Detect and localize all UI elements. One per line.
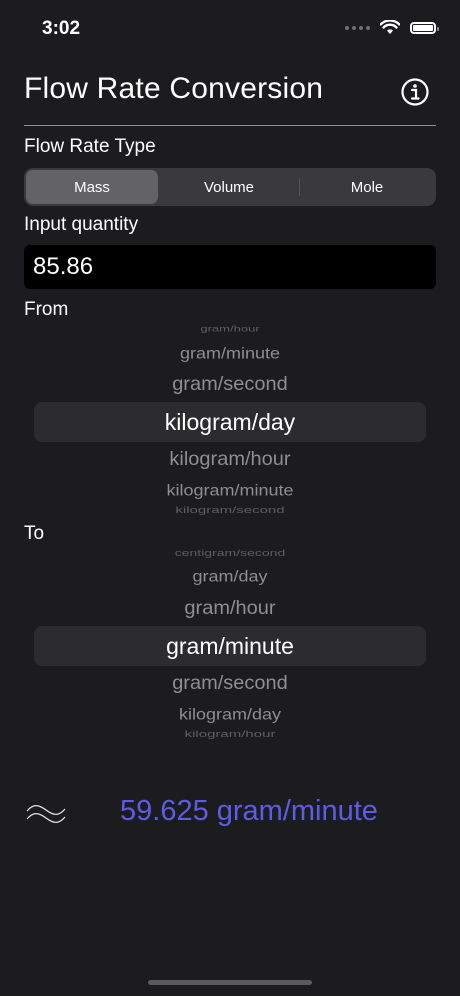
segment-mole[interactable]: Mole xyxy=(300,170,434,204)
flow-rate-type-label: Flow Rate Type xyxy=(24,136,156,157)
to-picker-item[interactable]: gram/second xyxy=(24,672,436,694)
from-picker-item[interactable]: gram/second xyxy=(24,373,436,395)
to-picker-item[interactable]: kilogram/hour xyxy=(24,729,436,739)
battery-icon xyxy=(410,21,439,34)
segment-volume[interactable]: Volume xyxy=(160,170,298,204)
from-unit-picker[interactable]: gram/hour gram/minute gram/second kilogr… xyxy=(24,318,436,518)
to-unit-picker[interactable]: centigram/second gram/day gram/hour gram… xyxy=(24,542,436,742)
home-indicator[interactable] xyxy=(148,980,312,985)
status-time: 3:02 xyxy=(42,18,81,39)
to-picker-item[interactable]: gram/day xyxy=(24,567,436,585)
to-picker-item[interactable]: gram/hour xyxy=(24,597,436,619)
to-picker-item[interactable]: centigram/second xyxy=(24,548,436,558)
segment-mass[interactable]: Mass xyxy=(26,170,158,204)
page-title: Flow Rate Conversion xyxy=(24,72,324,105)
to-picker-selected-item[interactable]: gram/minute xyxy=(24,633,436,660)
from-picker-selected-item[interactable]: kilogram/day xyxy=(24,409,436,436)
approximately-equal-icon xyxy=(26,804,66,824)
header-divider xyxy=(24,125,436,126)
cellular-signal-icon xyxy=(345,25,370,30)
from-picker-item[interactable]: kilogram/minute xyxy=(24,481,436,499)
flow-rate-type-segmented-control[interactable]: Mass Volume Mole xyxy=(24,168,436,206)
input-quantity-field[interactable]: 85.86 xyxy=(24,245,436,289)
to-picker-item[interactable]: kilogram/day xyxy=(24,705,436,723)
from-picker-item[interactable]: gram/minute xyxy=(24,344,436,362)
from-picker-item[interactable]: kilogram/second xyxy=(24,505,436,515)
from-picker-item[interactable]: kilogram/hour xyxy=(24,448,436,470)
wifi-icon xyxy=(380,20,400,34)
info-icon[interactable] xyxy=(400,77,430,107)
status-icons xyxy=(345,20,439,35)
from-picker-item[interactable]: gram/hour xyxy=(24,324,436,334)
input-quantity-label: Input quantity xyxy=(24,214,139,235)
status-bar: 3:02 xyxy=(0,0,460,58)
conversion-result: 59.625 gram/minute xyxy=(120,795,378,827)
